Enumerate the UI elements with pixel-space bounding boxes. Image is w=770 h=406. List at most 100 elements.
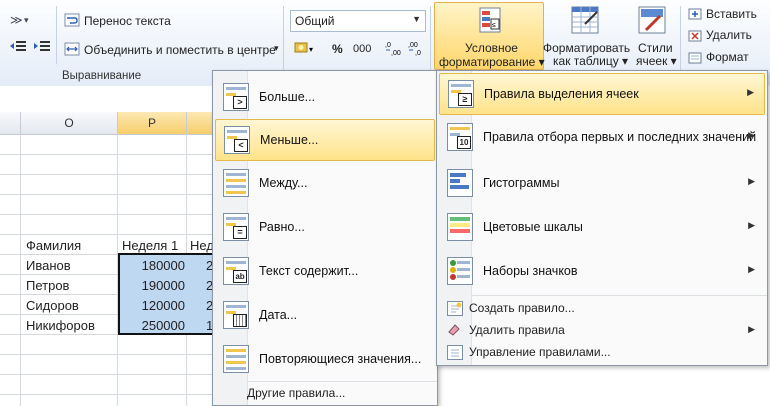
percent-button[interactable]: % — [332, 42, 343, 56]
menu-item-greater-than[interactable]: > Больше... — [215, 77, 435, 117]
menu-item-date[interactable]: Дата... — [215, 295, 435, 335]
insert-button[interactable]: Вставить — [706, 7, 757, 21]
format-cells-icon[interactable] — [688, 52, 702, 64]
menu-item-less-than[interactable]: < Меньше... — [215, 119, 435, 161]
data-bars-icon — [447, 169, 473, 197]
format-as-table-label-1[interactable]: Форматировать — [543, 41, 630, 55]
cell-name[interactable]: Никифоров — [26, 318, 95, 333]
menu-item-label: Больше... — [259, 90, 316, 104]
delete-button[interactable]: Удалить — [706, 28, 752, 42]
menu-item-between[interactable]: Между... — [215, 163, 435, 203]
conditional-formatting-label-1: Условное — [465, 41, 518, 55]
menu-item-label: Цветовые шкалы — [483, 220, 583, 234]
cell-name[interactable]: Петров — [26, 278, 69, 293]
cell-week1[interactable]: 190000 — [115, 278, 185, 293]
gridline — [0, 174, 220, 175]
more-rules-item[interactable]: Другие правила... — [247, 386, 345, 400]
cell-header-week2[interactable]: Нед — [190, 238, 214, 253]
cell-name[interactable]: Сидоров — [26, 298, 79, 313]
eraser-icon — [447, 323, 461, 336]
menu-item-label: Повторяющиеся значения... — [259, 352, 422, 366]
equal-to-icon: = — [223, 213, 249, 241]
highlight-rules-submenu: > Больше... < Меньше... Между... = Равно… — [212, 70, 438, 406]
cell-styles-label-1[interactable]: Стили — [638, 41, 673, 55]
format-button[interactable]: Формат — [706, 50, 749, 64]
merge-center-dropdown-arrow[interactable]: ▾ — [274, 43, 279, 54]
currency-format-icon[interactable]: ▾ — [294, 40, 318, 56]
menu-item-top-bottom-rules[interactable]: 10 Правила отбора первых и последних зна… — [439, 117, 765, 157]
cell-styles-icon[interactable] — [638, 6, 666, 34]
cell-styles-label-2[interactable]: ячеек ▾ — [636, 54, 677, 68]
menu-item-label: Дата... — [259, 308, 298, 322]
menu-item-text-contains[interactable]: ab Текст содержит... — [215, 251, 435, 291]
svg-text:,00: ,00 — [391, 50, 401, 57]
delete-cells-icon[interactable] — [688, 30, 702, 42]
menu-item-highlight-cells-rules[interactable]: ≥ Правила выделения ячеек ▶ — [439, 73, 765, 115]
cell-name[interactable]: Иванов — [26, 258, 71, 273]
conditional-formatting-icon: ≤ — [479, 7, 501, 33]
cell-header-name[interactable]: Фамилия — [26, 238, 81, 253]
column-header-p[interactable]: P — [118, 112, 187, 135]
submenu-arrow-icon: ▶ — [748, 220, 755, 230]
format-as-table-label-2[interactable]: как таблицу ▾ — [553, 54, 628, 68]
decrease-indent-icon[interactable] — [10, 40, 26, 54]
svg-text:≤: ≤ — [492, 22, 496, 29]
menu-item-color-scales[interactable]: Цветовые шкалы ▶ — [439, 207, 765, 247]
menu-item-label: Между... — [259, 176, 308, 190]
separator — [283, 6, 284, 80]
less-than-icon: < — [224, 126, 250, 154]
gridline — [0, 234, 220, 235]
manage-rules-icon — [447, 345, 463, 360]
svg-text:,00: ,00 — [408, 42, 418, 49]
cell-week1[interactable]: 180000 — [115, 258, 185, 273]
calendar-icon — [223, 301, 249, 329]
svg-text:▾: ▾ — [24, 15, 29, 25]
wrap-text-icon[interactable] — [64, 13, 80, 27]
merge-center-icon[interactable] — [64, 42, 80, 56]
separator — [680, 6, 681, 80]
menu-item-clear-rules[interactable]: Удалить правила ▶ — [439, 319, 765, 341]
cell-header-week1[interactable]: Неделя 1 — [122, 238, 178, 253]
insert-cells-icon[interactable] — [688, 8, 702, 20]
merge-center-button[interactable]: Объединить и поместить в центре — [84, 43, 276, 57]
separator — [430, 6, 431, 80]
icon-sets-icon — [447, 257, 473, 285]
format-as-table-icon[interactable] — [571, 6, 599, 34]
menu-separator — [247, 381, 437, 382]
menu-item-new-rule[interactable]: Создать правило... — [439, 297, 765, 319]
menu-item-icon-sets[interactable]: Наборы значков ▶ — [439, 251, 765, 291]
svg-text:,0: ,0 — [415, 50, 421, 57]
menu-item-duplicate-values[interactable]: Повторяющиеся значения... — [215, 339, 435, 379]
menu-item-label: Создать правило... — [469, 301, 575, 315]
menu-item-equal-to[interactable]: = Равно... — [215, 207, 435, 247]
menu-item-label: Текст содержит... — [259, 264, 359, 278]
conditional-formatting-button[interactable]: ≤ Условное форматирование ▾ — [434, 2, 545, 70]
thousands-separator-button[interactable]: 000 — [353, 43, 371, 55]
menu-item-manage-rules[interactable]: Управление правилами... — [439, 341, 765, 363]
text-contains-icon: ab — [223, 257, 249, 285]
number-format-dropdown[interactable]: Общий ▼ — [290, 10, 426, 32]
highlight-rules-icon: ≥ — [448, 80, 474, 108]
separator — [56, 6, 57, 64]
menu-item-label: Правила выделения ячеек — [484, 87, 639, 101]
increase-decimal-icon[interactable]: ,0,00 — [385, 39, 403, 57]
top-bottom-icon: 10 — [447, 123, 473, 151]
submenu-arrow-icon: ▶ — [748, 324, 755, 334]
wrap-text-button[interactable]: Перенос текста — [84, 14, 171, 28]
menu-item-label: Наборы значков — [483, 264, 578, 278]
column-header-n[interactable] — [0, 112, 21, 135]
menu-item-data-bars[interactable]: Гистограммы ▶ — [439, 163, 765, 203]
decrease-decimal-icon[interactable]: ,00,0 — [408, 39, 426, 57]
cell-week1[interactable]: 120000 — [115, 298, 185, 313]
cell-week1[interactable]: 250000 — [115, 318, 185, 333]
number-format-value: Общий — [295, 14, 335, 28]
gridline — [0, 354, 220, 355]
svg-text:▾: ▾ — [309, 45, 313, 54]
menu-item-label: Меньше... — [260, 133, 319, 147]
menu-item-label: Удалить правила — [469, 323, 565, 337]
increase-indent-icon[interactable] — [34, 40, 50, 54]
column-header-o[interactable]: O — [21, 112, 118, 135]
orientation-icon[interactable]: ≫ ▾ — [10, 12, 30, 27]
gridline — [0, 394, 220, 395]
submenu-arrow-icon: ▶ — [747, 87, 754, 97]
